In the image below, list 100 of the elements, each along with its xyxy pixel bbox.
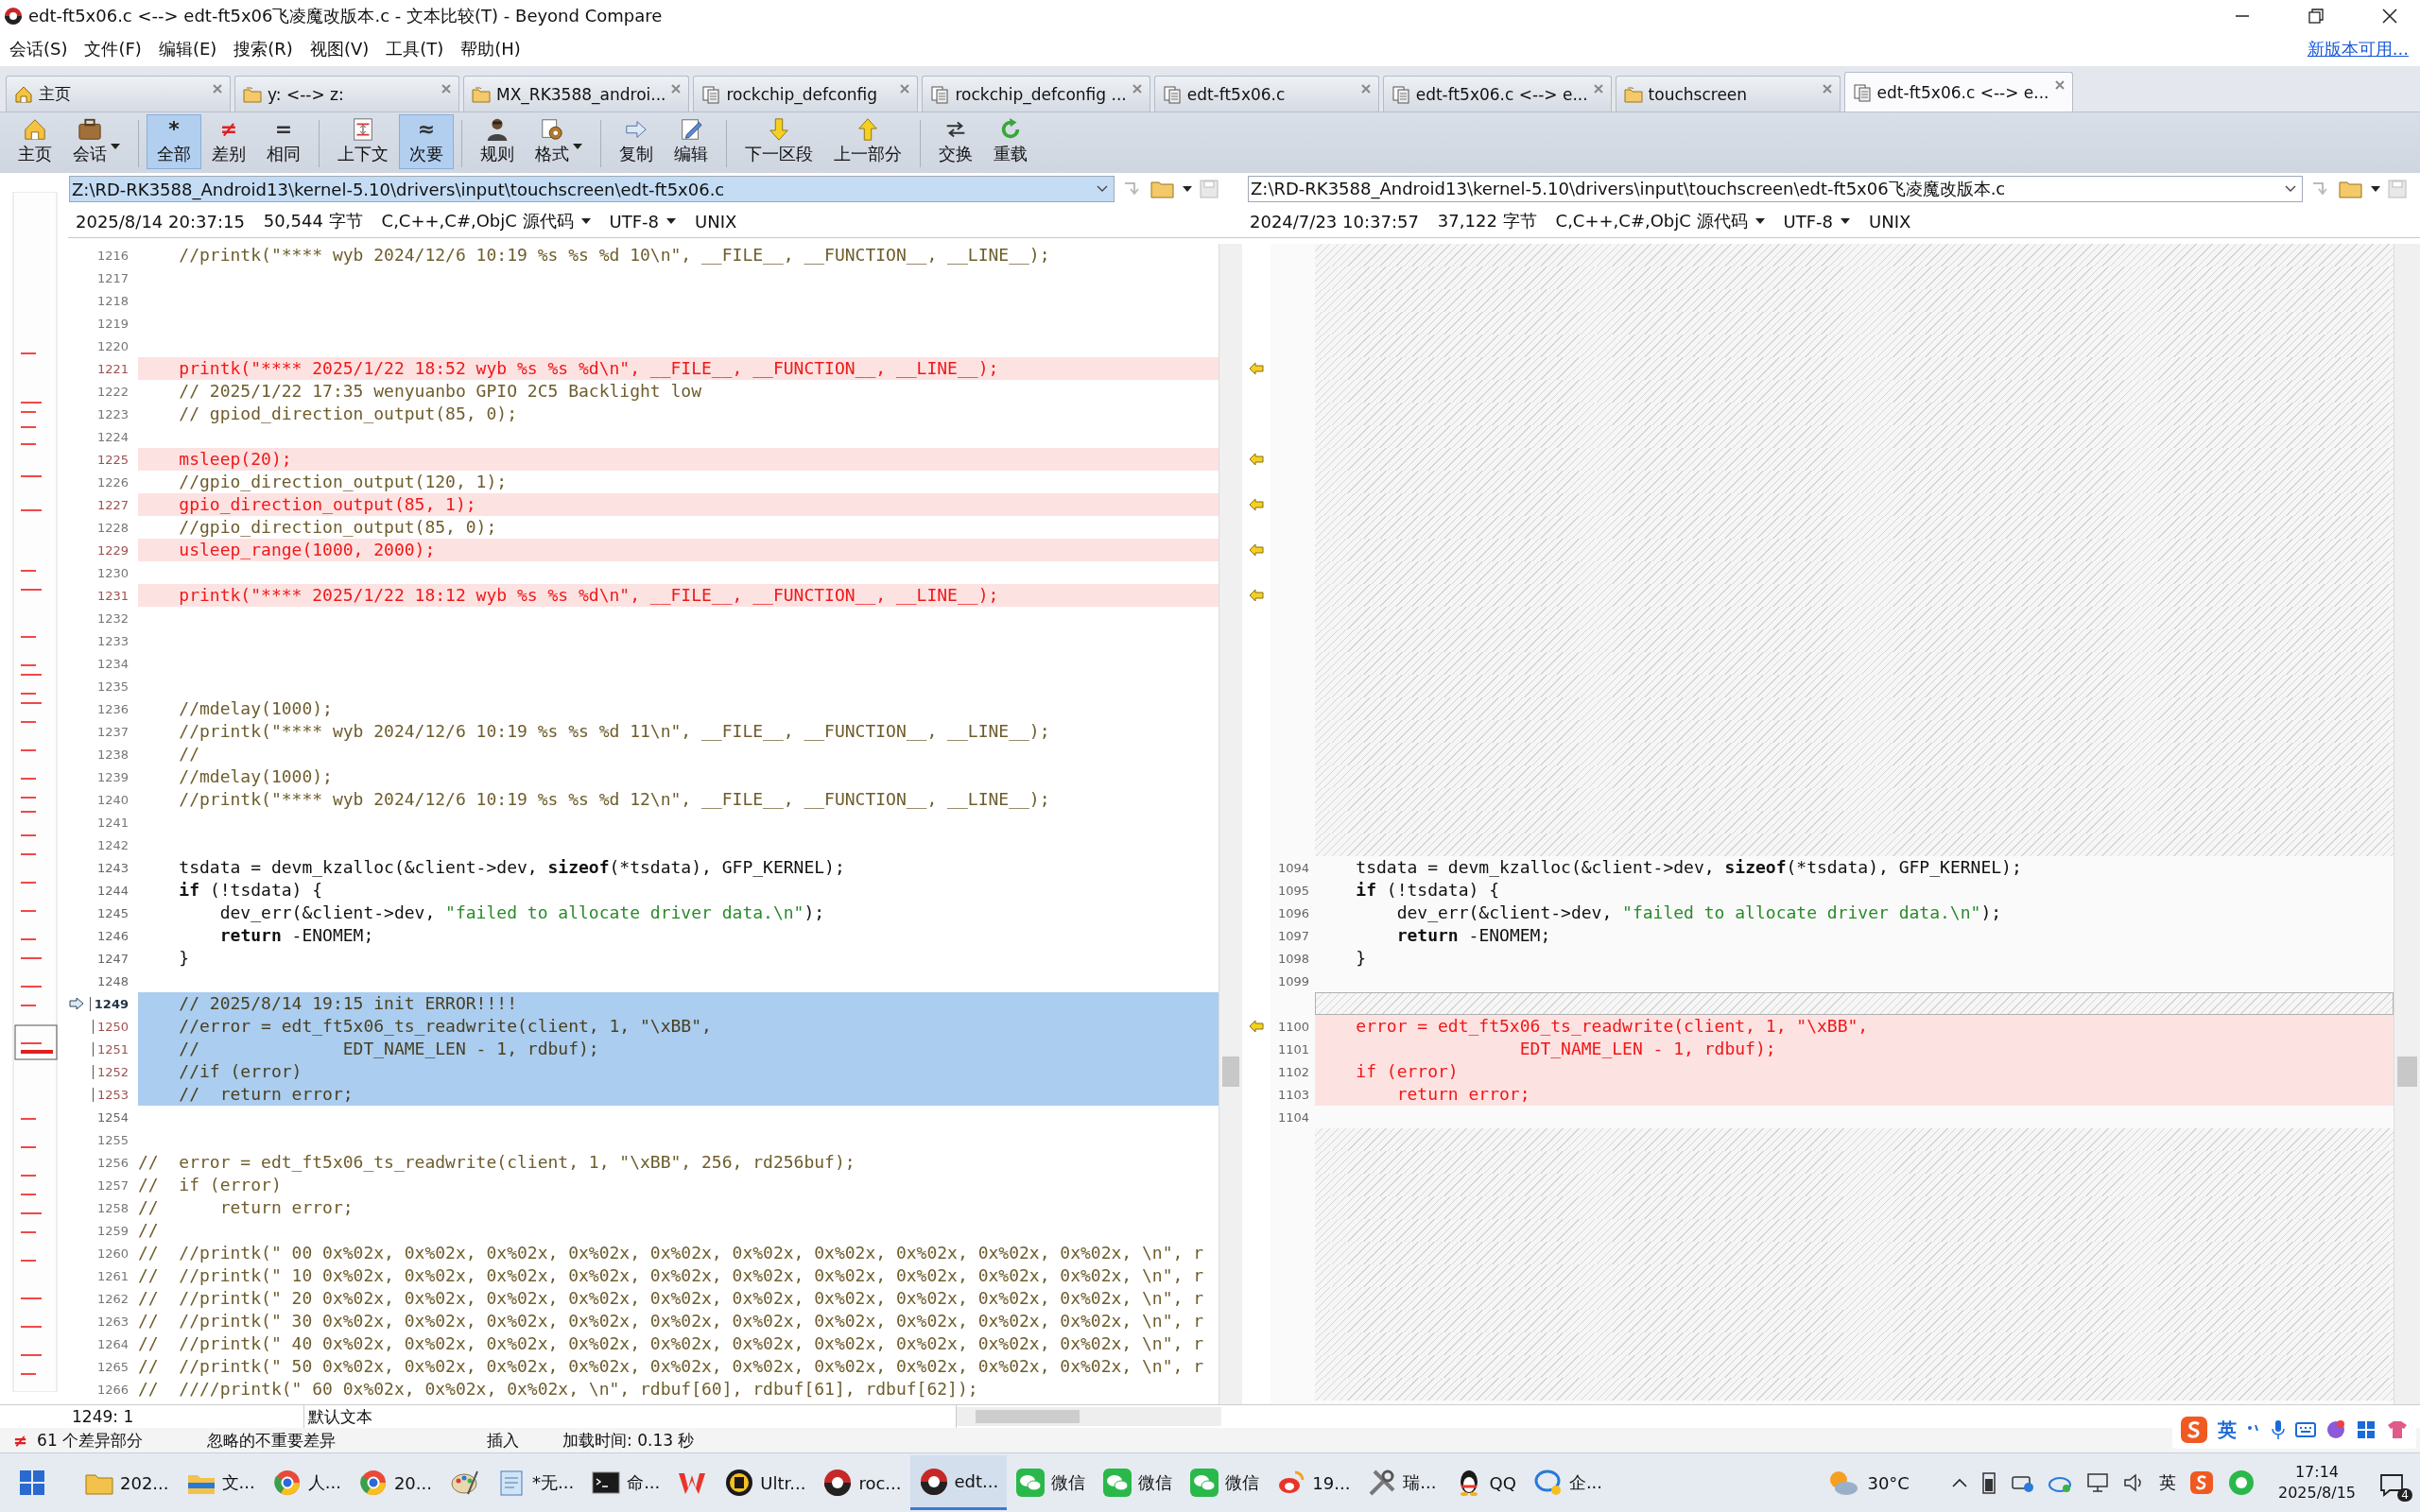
tab[interactable]: y: <--> z: xyxy=(234,76,459,112)
taskbar-button[interactable]: 202... xyxy=(76,1455,178,1510)
menu-item[interactable]: 视图(V) xyxy=(309,38,370,60)
taskbar-button[interactable]: 文... xyxy=(177,1455,264,1510)
caret-icon[interactable] xyxy=(573,143,582,149)
skin-icon[interactable] xyxy=(2325,1419,2346,1440)
toolbar-button[interactable]: 复制 xyxy=(609,114,664,169)
path-field[interactable]: Z:\RD-RK3588_Android13\kernel-5.10\drivers\input\touchscreen\edt-ft5x06飞凌魔改版本.c xyxy=(1248,176,2303,202)
horizontal-scrollbar[interactable] xyxy=(957,1407,1221,1426)
path-field[interactable]: Z:\RD-RK3588_Android13\kernel-5.10\drivers\input\touchscreen\edt-ft5x06.c xyxy=(69,176,1115,202)
taskbar-button[interactable]: *无... xyxy=(487,1455,583,1510)
close-icon[interactable] xyxy=(2382,9,2397,24)
tab[interactable]: edt-ft5x06.c <--> e... xyxy=(1843,72,2073,112)
taskbar-button[interactable]: edt... xyxy=(909,1455,1008,1510)
toolbar-button[interactable]: 格式 xyxy=(525,114,593,169)
encoding-selector[interactable]: UTF-8 xyxy=(1783,211,1851,232)
left-arrow-icon[interactable] xyxy=(1249,1020,1264,1033)
battery-icon[interactable] xyxy=(1980,1470,1996,1495)
code-line: // gpiod_direction_output(85, 0); xyxy=(178,403,518,425)
update-link[interactable]: 新版本可用... xyxy=(2307,38,2416,60)
toolbar-button[interactable]: * 全部 xyxy=(147,114,201,169)
folder-icon[interactable] xyxy=(2339,179,2363,199)
taskbar-button[interactable]: Ultr... xyxy=(716,1455,815,1510)
toolbar-button[interactable]: ≠ 差别 xyxy=(201,114,256,169)
grid-icon[interactable] xyxy=(2356,1419,2377,1440)
restore-icon[interactable] xyxy=(2308,9,2324,24)
toolbar-button[interactable]: 编辑 xyxy=(664,114,718,169)
format-selector[interactable]: C,C++,C#,ObjC 源代码 xyxy=(381,210,591,232)
tab[interactable]: MX_RK3588_androi... xyxy=(463,76,690,112)
s-logo-icon[interactable] xyxy=(2188,1470,2214,1495)
menu-item[interactable]: 搜索(R) xyxy=(233,38,293,60)
menu-item[interactable]: 编辑(E) xyxy=(158,38,217,60)
network-icon[interactable] xyxy=(2084,1471,2110,1494)
taskbar-button[interactable]: 微信 xyxy=(1094,1455,1182,1510)
taskbar-button[interactable]: QQ xyxy=(1444,1455,1525,1510)
caret-icon[interactable] xyxy=(666,218,677,224)
chevron-up-icon[interactable] xyxy=(1950,1477,1968,1488)
caret-icon[interactable] xyxy=(1754,218,1765,224)
line-number: 1246 xyxy=(95,928,129,943)
microphone-icon[interactable] xyxy=(2271,1419,2286,1440)
caret-icon[interactable] xyxy=(1841,218,1851,224)
encoding-selector[interactable]: UTF-8 xyxy=(609,211,677,232)
caret-icon[interactable] xyxy=(2285,185,2296,193)
menu-item[interactable]: 帮助(H) xyxy=(460,38,521,60)
left-arrow-icon[interactable] xyxy=(1249,362,1264,375)
menu-item[interactable]: 会话(S) xyxy=(9,38,68,60)
caret-icon[interactable] xyxy=(2371,186,2380,192)
format-selector[interactable]: C,C++,C#,ObjC 源代码 xyxy=(1555,210,1765,232)
weather-widget[interactable]: 30°C xyxy=(1825,1468,1910,1498)
tab[interactable]: edt-ft5x06.c xyxy=(1153,76,1379,112)
toolbar-button[interactable]: 重载 xyxy=(983,114,1038,169)
toolbar-button[interactable]: 会话 xyxy=(62,114,130,169)
toolbar-button[interactable]: 上下文 xyxy=(327,114,399,169)
left-arrow-icon[interactable] xyxy=(1249,543,1264,557)
clock[interactable]: 17:14 2025/8/15 xyxy=(2268,1462,2365,1503)
toolbar-button[interactable]: 下一区段 xyxy=(735,114,823,169)
menu-item[interactable]: 工具(T) xyxy=(386,38,444,60)
tab[interactable]: 主页 xyxy=(6,76,231,112)
left-arrow-icon[interactable] xyxy=(1249,589,1264,602)
toolbar-button[interactable]: ≈ 次要 xyxy=(399,114,454,169)
tab[interactable]: edt-ft5x06.c <--> e... xyxy=(1382,76,1612,112)
taskbar-button[interactable]: 微信 xyxy=(1007,1455,1095,1510)
caret-icon[interactable] xyxy=(1097,185,1108,193)
code-line: //printk("**** wyb 2024/12/6 10:19 %s %s %d 12\n", __FILE__, __FUNCTION__, __LINE__); xyxy=(178,788,1051,811)
vertical-scrollbar[interactable] xyxy=(2394,244,2420,1404)
taskbar-button[interactable]: 瑞... xyxy=(1358,1455,1445,1510)
taskbar-button[interactable]: 微信 xyxy=(1181,1455,1269,1510)
line-number: 1223 xyxy=(95,406,129,421)
taskbar-button[interactable]: roc... xyxy=(814,1455,910,1510)
tab[interactable]: touchscreen xyxy=(1615,76,1841,112)
toolbar-button[interactable]: 规则 xyxy=(470,114,525,169)
keyboard-icon[interactable] xyxy=(2295,1421,2316,1438)
taskbar-button[interactable]: 19... xyxy=(1268,1455,1359,1510)
tab-label: edt-ft5x06.c xyxy=(1186,84,1287,104)
language-label[interactable]: 英 xyxy=(2218,1417,2237,1443)
menu-item[interactable]: 文件(F) xyxy=(84,38,142,60)
start-icon[interactable] xyxy=(19,1469,45,1496)
shirt-icon[interactable] xyxy=(2386,1419,2409,1440)
input-language[interactable]: 英 xyxy=(2158,1471,2176,1494)
tab[interactable]: rockchip_defconfig xyxy=(693,76,919,112)
taskbar-button[interactable]: 人... xyxy=(263,1455,350,1510)
tab[interactable]: rockchip_defconfig ... xyxy=(922,76,1150,112)
folder-icon[interactable] xyxy=(1150,179,1175,199)
document-icon xyxy=(930,84,950,104)
toolbar-button[interactable]: = 相同 xyxy=(256,114,311,169)
left-arrow-icon[interactable] xyxy=(1249,453,1264,466)
toolbar-button[interactable]: 上一部分 xyxy=(823,114,912,169)
left-arrow-icon[interactable] xyxy=(1249,498,1264,511)
toolbar-button[interactable]: 交换 xyxy=(928,114,983,169)
ring-icon[interactable] xyxy=(2226,1469,2256,1497)
caret-icon[interactable] xyxy=(111,143,120,149)
caret-icon[interactable] xyxy=(1183,186,1192,192)
taskbar-button[interactable]: 命... xyxy=(582,1455,669,1510)
line-number: 1098 xyxy=(1276,951,1309,966)
taskbar-button[interactable]: 20... xyxy=(349,1455,441,1510)
taskbar-button[interactable]: 企... xyxy=(1524,1455,1612,1510)
vertical-scrollbar[interactable] xyxy=(1219,244,1242,1404)
toolbar-button[interactable]: 主页 xyxy=(8,114,62,169)
file-timestamp: 2024/7/23 10:37:57 xyxy=(1250,211,1419,232)
caret-icon[interactable] xyxy=(580,218,591,224)
